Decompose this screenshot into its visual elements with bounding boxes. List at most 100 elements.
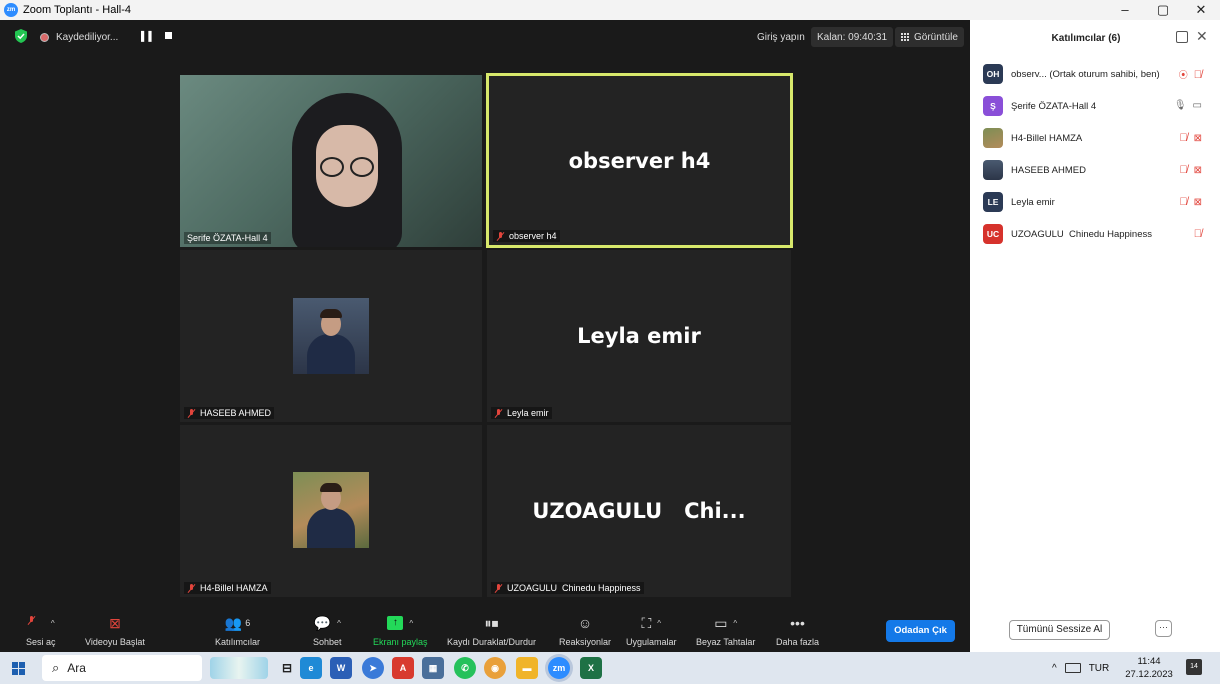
search-icon: ⌕ <box>52 660 60 675</box>
calculator-app-icon[interactable]: ▦ <box>422 657 444 679</box>
reactions-button[interactable]: ☺ Reaksiyonlar <box>559 612 611 652</box>
participant-row[interactable]: LE Leyla emir 🎙̸ ⊠ <box>970 186 1220 218</box>
video-off-icon[interactable]: ⊠ <box>1194 165 1202 176</box>
apps-button[interactable]: ⛶ ^ Uygulamalar <box>626 612 677 652</box>
participants-panel: Katılımcılar (6) ✕ OH observ... (Ortak o… <box>970 20 1220 652</box>
chevron-up-icon[interactable]: ^ <box>733 619 737 628</box>
file-explorer-icon[interactable]: ▬ <box>516 657 538 679</box>
chevron-up-icon[interactable]: ^ <box>409 619 413 628</box>
pdf-reader-icon[interactable]: A <box>392 657 414 679</box>
popout-icon[interactable] <box>1176 31 1188 43</box>
avatar: OH <box>983 64 1003 84</box>
whiteboard-icon: ▭ <box>714 614 728 631</box>
participant-name: UZOAGULU Chinedu Happiness <box>1011 228 1152 240</box>
unmute-button[interactable]: ^ Sesi aç <box>26 612 56 652</box>
chevron-up-icon[interactable]: ^ <box>51 619 55 628</box>
participant-row[interactable]: H4-Billel HAMZA 🎙̸ ⊠ <box>970 122 1220 154</box>
participant-status: 🎙̸ ⊠ <box>1179 196 1202 208</box>
camera-icon[interactable]: ▭ <box>1193 100 1202 111</box>
participant-status: ⦿ 🎙̸ <box>1179 68 1202 81</box>
video-tile-billel[interactable]: H4-Billel HAMZA <box>180 425 482 597</box>
video-tile-observer[interactable]: observer h4 observer h4 <box>486 73 793 248</box>
recording-status-icon: ⦿ <box>1178 70 1188 80</box>
video-off-icon[interactable]: ⊠ <box>1194 197 1202 208</box>
taskbar-widget-image[interactable] <box>210 657 268 679</box>
whiteboards-button[interactable]: ▭ ^ Beyaz Tahtalar <box>696 612 755 652</box>
telegram-app-icon[interactable]: ➤ <box>362 657 384 679</box>
clock-time: 11:44 <box>1137 656 1161 667</box>
video-tile-leyla[interactable]: Leyla emir Leyla emir <box>487 250 791 422</box>
recording-label: Kaydediliyor... <box>56 31 119 43</box>
share-screen-button[interactable]: ↑ ^ Ekranı paylaş <box>373 612 428 652</box>
participant-status: 🎙̸ <box>1194 228 1202 240</box>
system-tray: ^ TUR <box>1052 652 1109 684</box>
video-off-icon: ⊠ <box>109 614 121 631</box>
video-tile-haseeb[interactable]: HASEEB AHMED <box>180 250 482 422</box>
language-indicator[interactable]: TUR <box>1089 663 1110 674</box>
signin-link[interactable]: Giriş yapın <box>757 27 805 47</box>
start-video-button[interactable]: ⊠ Videoyu Başlat <box>85 612 145 652</box>
pause-stop-icon: ⏸⏹ <box>484 614 499 631</box>
chat-icon: 💬 <box>313 614 332 631</box>
keyboard-icon[interactable] <box>1064 663 1081 673</box>
panel-more-button[interactable]: ··· <box>1155 620 1172 637</box>
taskbar-clock[interactable]: 11:44 27.12.2023 <box>1124 655 1174 681</box>
recording-indicator[interactable]: Kaydediliyor... <box>40 28 118 46</box>
pause-stop-recording-button[interactable]: ⏸⏹ Kaydı Duraklat/Durdur <box>447 612 536 652</box>
excel-app-icon[interactable]: X <box>580 657 602 679</box>
window-title: Zoom Toplantı - Hall-4 <box>23 4 132 16</box>
zoom-app-icon[interactable]: zm <box>548 657 570 679</box>
close-panel-icon[interactable]: ✕ <box>1196 28 1208 45</box>
close-window-button[interactable]: ✕ <box>1182 0 1220 20</box>
notification-center-icon[interactable]: 14 <box>1186 659 1202 675</box>
mic-icon[interactable]: 🎙 <box>1174 100 1187 111</box>
mute-all-button[interactable]: Tümünü Sessize Al <box>1009 620 1110 640</box>
edge-browser-icon[interactable]: e <box>300 657 322 679</box>
minimize-button[interactable]: – <box>1106 0 1144 20</box>
pause-recording-icon[interactable]: ▌▌ <box>141 31 156 41</box>
muted-mic-icon[interactable]: 🎙̸ <box>1194 69 1202 81</box>
muted-mic-icon <box>494 583 503 593</box>
participant-status: 🎙̸ ⊠ <box>1179 164 1202 176</box>
chrome-browser-icon[interactable]: ◉ <box>484 657 506 679</box>
chevron-up-icon[interactable]: ^ <box>337 619 341 628</box>
participant-row[interactable]: Ş Şerife ÖZATA-Hall 4 🎙 ▭ <box>970 90 1220 122</box>
windows-start-icon[interactable] <box>12 662 25 675</box>
chat-button[interactable]: 💬 ^ Sohbet <box>313 612 342 652</box>
participant-name: Şerife ÖZATA-Hall 4 <box>1011 100 1097 112</box>
muted-mic-icon[interactable]: 🎙̸ <box>1179 196 1187 208</box>
video-tile-serife[interactable]: Şerife ÖZATA-Hall 4 <box>180 75 482 247</box>
whatsapp-app-icon[interactable]: ✆ <box>454 657 476 679</box>
task-view-icon[interactable]: ⊟ <box>276 657 298 679</box>
participants-button[interactable]: 👥 6 Katılımcılar <box>215 612 260 652</box>
participant-status: 🎙 ▭ <box>1174 100 1202 111</box>
word-app-icon[interactable]: W <box>330 657 352 679</box>
participant-video <box>180 75 482 247</box>
avatar <box>983 128 1003 148</box>
recording-dot-icon <box>40 32 49 42</box>
encryption-shield-icon[interactable] <box>14 29 28 43</box>
muted-mic-icon[interactable]: 🎙̸ <box>1194 228 1202 240</box>
muted-mic-icon <box>496 231 505 241</box>
participant-row[interactable]: HASEEB AHMED 🎙̸ ⊠ <box>970 154 1220 186</box>
video-off-icon[interactable]: ⊠ <box>1194 133 1202 144</box>
chevron-up-icon[interactable]: ^ <box>657 619 661 628</box>
participant-row[interactable]: OH observ... (Ortak oturum sahibi, ben) … <box>970 58 1220 90</box>
chevron-up-icon[interactable]: ^ <box>1052 663 1057 674</box>
participant-row[interactable]: UC UZOAGULU Chinedu Happiness 🎙̸ <box>970 218 1220 250</box>
zoom-logo-icon: zm <box>4 3 18 17</box>
panel-header: Katılımcılar (6) ✕ <box>970 20 1220 56</box>
maximize-button[interactable]: ▢ <box>1144 0 1182 20</box>
leave-meeting-button[interactable]: Odadan Çık <box>886 620 955 642</box>
participants-icon: 👥 <box>224 614 243 631</box>
muted-mic-icon[interactable]: 🎙̸ <box>1179 132 1187 144</box>
more-button[interactable]: ••• Daha fazla <box>776 612 819 652</box>
profile-picture <box>293 472 369 548</box>
taskbar-search[interactable]: ⌕ Ara <box>42 655 202 681</box>
meeting-area: Kaydediliyor... ▌▌ Giriş yapın Kalan: 09… <box>0 20 970 652</box>
muted-mic-icon[interactable]: 🎙̸ <box>1179 164 1187 176</box>
tile-name-label: Şerife ÖZATA-Hall 4 <box>184 232 271 244</box>
stop-recording-icon[interactable] <box>165 32 172 39</box>
video-tile-uzoagulu[interactable]: UZOAGULU Chi... UZOAGULU Chinedu Happine… <box>487 425 791 597</box>
meeting-toolbar: ^ Sesi aç ⊠ Videoyu Başlat 👥 6 Katılımcıl… <box>0 612 970 652</box>
